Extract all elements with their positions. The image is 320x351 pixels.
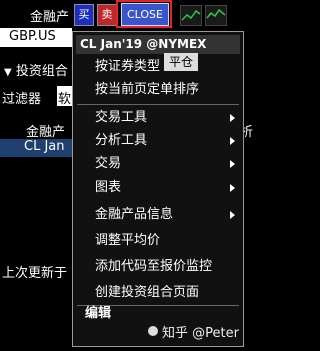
- filter-label: 过滤器: [2, 92, 42, 107]
- watermark-text: 知乎 @Peter: [162, 326, 239, 341]
- last-update-status: 上次更新于: [2, 266, 68, 281]
- menu-separator: [77, 104, 239, 105]
- submenu-arrow-icon: [230, 160, 235, 168]
- menu-item-trade[interactable]: 交易: [95, 153, 121, 175]
- security-field[interactable]: GBP.US: [0, 28, 72, 47]
- column-header-product: 金融产: [26, 125, 66, 140]
- portfolio-header[interactable]: ▼ 投资组合: [4, 60, 68, 79]
- sell-button[interactable]: 卖: [97, 4, 117, 26]
- menu-item-edit[interactable]: 编辑: [85, 303, 111, 325]
- submenu-arrow-icon: [230, 211, 235, 219]
- buy-button[interactable]: 买: [74, 4, 94, 26]
- collapse-triangle-icon: ▼: [4, 67, 12, 78]
- submenu-arrow-icon: [230, 114, 235, 122]
- menu-item-by-security-type[interactable]: 按证券类型: [95, 56, 160, 78]
- menu-item-trading-tools[interactable]: 交易工具: [95, 107, 147, 129]
- menu-item-sort-by-order[interactable]: 按当前页定单排序: [95, 79, 199, 101]
- menu-item-charts[interactable]: 图表: [95, 177, 121, 199]
- submenu-arrow-icon: [230, 184, 235, 192]
- context-menu: CL Jan'19 @NYMEX 按证券类型 按当前页定单排序 交易工具 分析工…: [72, 31, 244, 347]
- mini-chart-icon[interactable]: [180, 5, 202, 26]
- filter-dropdown[interactable]: 软: [57, 86, 72, 107]
- close-position-tooltip: 平仓: [164, 53, 198, 71]
- menu-item-product-info[interactable]: 金融产品信息: [95, 204, 173, 226]
- product-column-label: 金融产: [30, 10, 70, 25]
- zhihu-logo-icon: [148, 326, 158, 336]
- menu-item-create-portfolio-page[interactable]: 创建投资组合页面: [95, 282, 199, 304]
- menu-title: CL Jan'19 @NYMEX: [76, 35, 240, 54]
- table-row-selected[interactable]: CL Jan: [0, 139, 72, 157]
- submenu-arrow-icon: [230, 137, 235, 145]
- mini-chart-icon[interactable]: [205, 5, 227, 26]
- menu-item-adjust-average-price[interactable]: 调整平均价: [95, 230, 160, 252]
- close-button-highlight: [116, 0, 172, 28]
- menu-item-analysis-tools[interactable]: 分析工具: [95, 130, 147, 152]
- menu-item-add-to-quote-monitor[interactable]: 添加代码至报价监控: [95, 256, 212, 278]
